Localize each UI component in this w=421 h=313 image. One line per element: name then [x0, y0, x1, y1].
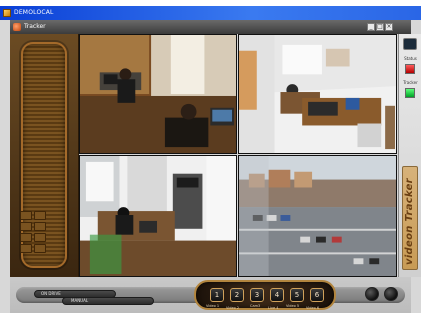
- right-panel-status-label: Status: [404, 56, 417, 61]
- camera-view-3[interactable]: [79, 155, 237, 277]
- camera-button-6[interactable]: 6: [310, 288, 324, 302]
- round-control-button-2[interactable]: [384, 287, 398, 301]
- left-grid-button[interactable]: [34, 233, 46, 242]
- camera-button-1[interactable]: 1: [210, 288, 224, 302]
- camera-view-2[interactable]: [238, 34, 397, 154]
- camera-caption-6: Video 6: [306, 306, 320, 310]
- camera-button-3[interactable]: 3: [250, 288, 264, 302]
- camera-2-image: [239, 35, 396, 153]
- status-indicator-green: [405, 88, 415, 98]
- round-control-button-1[interactable]: [365, 287, 379, 301]
- status-indicator-red: [405, 64, 415, 74]
- app-title-bar: Tracker _ □ ×: [10, 20, 411, 34]
- bottom-console: ON DRIVE MANUAL 1 2 3 4 5 6 Video 1 Vide…: [10, 277, 411, 313]
- camera-button-2[interactable]: 2: [230, 288, 244, 302]
- camera-4-image: [239, 156, 396, 276]
- right-side-panel: Status Tracker videon Tracker: [398, 34, 421, 277]
- close-button[interactable]: ×: [385, 23, 393, 31]
- manual-bar-label: MANUAL: [71, 298, 89, 303]
- left-grid-button[interactable]: [20, 244, 32, 253]
- left-grid-button[interactable]: [34, 244, 46, 253]
- camera-caption-2: Video 2: [226, 306, 240, 310]
- camera-grid: [79, 34, 397, 277]
- tracker-app: Tracker _ □ × Status Tracker videon Trac…: [0, 20, 421, 313]
- left-button-grid: [20, 211, 46, 261]
- camera-caption-5: Video 5: [286, 304, 300, 308]
- left-grid-button[interactable]: [34, 211, 46, 220]
- window-icon: [3, 9, 11, 17]
- tracker-icon: [13, 23, 21, 31]
- camera-button-5[interactable]: 5: [290, 288, 304, 302]
- camera-view-4[interactable]: [238, 155, 397, 277]
- window-title: DEMOLOCAL: [14, 9, 54, 16]
- window-title-bar: DEMOLOCAL: [0, 6, 421, 20]
- maximize-button[interactable]: □: [376, 23, 384, 31]
- right-panel-tracker-label: Tracker: [403, 80, 418, 85]
- brand-text: videon Tracker: [404, 178, 415, 265]
- left-control-panel: [10, 34, 79, 277]
- app-title: Tracker: [24, 23, 46, 30]
- minimize-button[interactable]: _: [367, 23, 375, 31]
- left-grid-button[interactable]: [20, 222, 32, 231]
- brand-badge: videon Tracker: [402, 166, 418, 270]
- drive-bar-label: ON DRIVE: [41, 291, 61, 296]
- left-grid-button[interactable]: [20, 211, 32, 220]
- left-grid-button[interactable]: [34, 222, 46, 231]
- window-controls: _ □ ×: [367, 23, 393, 31]
- manual-bar[interactable]: MANUAL: [62, 297, 154, 305]
- monitor-icon[interactable]: [403, 38, 417, 50]
- left-grid-button[interactable]: [20, 233, 32, 242]
- camera-caption-1: Video 1: [206, 304, 220, 308]
- camera-caption-4: Live 4: [268, 306, 279, 310]
- camera-caption-3: Cam3: [250, 304, 261, 308]
- camera-switcher: 1 2 3 4 5 6 Video 1 Video 2 Cam3 Live 4 …: [194, 280, 336, 310]
- camera-view-1[interactable]: [79, 34, 237, 154]
- camera-3-image: [80, 156, 236, 276]
- camera-button-4[interactable]: 4: [270, 288, 284, 302]
- camera-1-image: [80, 35, 236, 153]
